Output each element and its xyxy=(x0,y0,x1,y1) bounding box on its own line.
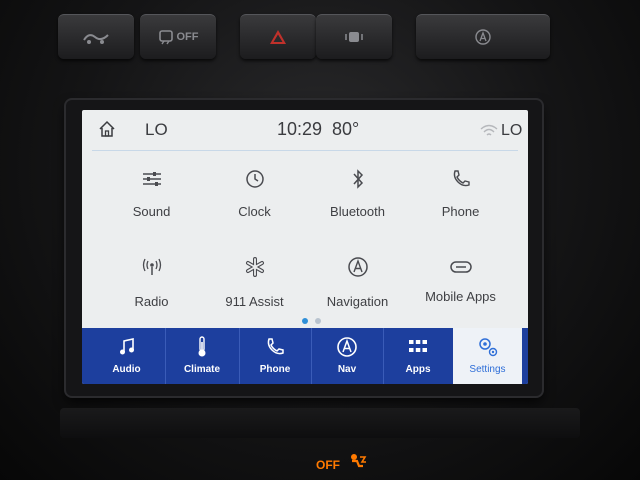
home-icon[interactable] xyxy=(98,120,116,143)
bottom-nav-bar: Audio Climate Phone Nav Apps Settings xyxy=(82,328,528,384)
phone-icon xyxy=(451,168,471,190)
outside-temperature: 80° xyxy=(332,119,360,139)
app-tile-label: Navigation xyxy=(326,294,389,309)
clock-icon xyxy=(245,168,265,190)
status-divider xyxy=(92,150,518,151)
mobile-apps-icon xyxy=(449,256,473,278)
nav-nav[interactable]: Nav xyxy=(311,328,384,384)
nav-climate[interactable]: Climate xyxy=(165,328,240,384)
sync-touchscreen: LO 10:29 80° LO Sound Clock Bluetooth Ph… xyxy=(82,110,528,384)
hazard-button[interactable] xyxy=(240,14,316,59)
nav-label: Nav xyxy=(337,364,357,375)
app-tile-radio[interactable]: Radio xyxy=(100,246,203,334)
app-grid: Sound Clock Bluetooth Phone Radio 911 As… xyxy=(100,158,512,338)
airbag-off-indicator: OFF xyxy=(316,458,340,472)
fan-level-right[interactable]: LO xyxy=(501,122,522,140)
auto-start-stop-button[interactable] xyxy=(416,14,550,59)
nav-label: Settings xyxy=(469,364,506,375)
park-assist-icon xyxy=(344,30,364,44)
apps-grid-icon xyxy=(408,336,428,358)
page-dot[interactable] xyxy=(315,318,321,324)
traction-off-label: OFF xyxy=(176,31,199,43)
asterisk-icon xyxy=(245,256,265,278)
app-tile-phone[interactable]: Phone xyxy=(409,158,512,246)
nav-phone[interactable]: Phone xyxy=(239,328,312,384)
app-tile-label: Clock xyxy=(238,204,271,219)
app-tile-bluetooth[interactable]: Bluetooth xyxy=(306,158,409,246)
app-tile-mobile-apps[interactable]: Mobile Apps xyxy=(409,246,512,334)
navigation-icon xyxy=(336,336,358,358)
nav-label: Apps xyxy=(405,364,431,375)
dash-trim xyxy=(60,408,580,438)
app-tile-label: Bluetooth xyxy=(330,204,385,219)
hazard-icon xyxy=(269,29,287,45)
status-bar: LO 10:29 80° LO xyxy=(82,110,528,150)
settings-gear-icon xyxy=(477,336,499,358)
app-tile-label: Radio xyxy=(134,294,169,309)
passenger-airbag-icon xyxy=(348,452,368,477)
wifi-icon xyxy=(480,124,498,143)
navigation-icon xyxy=(347,256,369,278)
nav-label: Phone xyxy=(259,364,291,375)
drive-mode-button[interactable] xyxy=(58,14,134,59)
fan-level-left[interactable]: LO xyxy=(145,120,168,140)
nav-apps[interactable]: Apps xyxy=(383,328,454,384)
park-assist-button[interactable] xyxy=(316,14,392,59)
app-tile-clock[interactable]: Clock xyxy=(203,158,306,246)
phone-icon xyxy=(265,336,285,358)
nav-settings[interactable]: Settings xyxy=(453,328,522,384)
page-dot-active[interactable] xyxy=(302,318,308,324)
traction-off-button[interactable]: OFF xyxy=(140,14,216,59)
page-indicator xyxy=(300,318,330,326)
bluetooth-icon xyxy=(351,168,365,190)
radio-antenna-icon xyxy=(141,256,163,278)
app-tile-911-assist[interactable]: 911 Assist xyxy=(203,246,306,334)
drive-mode-icon xyxy=(81,29,111,45)
traction-off-icon xyxy=(158,29,174,45)
app-tile-label: Phone xyxy=(441,204,480,219)
app-tile-label: Sound xyxy=(132,204,171,219)
physical-button-row: OFF xyxy=(58,14,554,60)
music-note-icon xyxy=(119,336,135,358)
auto-start-stop-icon xyxy=(474,28,492,46)
thermometer-icon xyxy=(196,336,208,358)
nav-label: Climate xyxy=(183,364,221,375)
app-tile-label: 911 Assist xyxy=(225,294,284,309)
app-tile-label: Mobile Apps xyxy=(425,289,496,304)
app-tile-sound[interactable]: Sound xyxy=(100,158,203,246)
equalizer-icon xyxy=(141,168,163,190)
nav-audio[interactable]: Audio xyxy=(88,328,166,384)
nav-label: Audio xyxy=(112,364,141,375)
clock-time: 10:29 xyxy=(277,119,323,139)
